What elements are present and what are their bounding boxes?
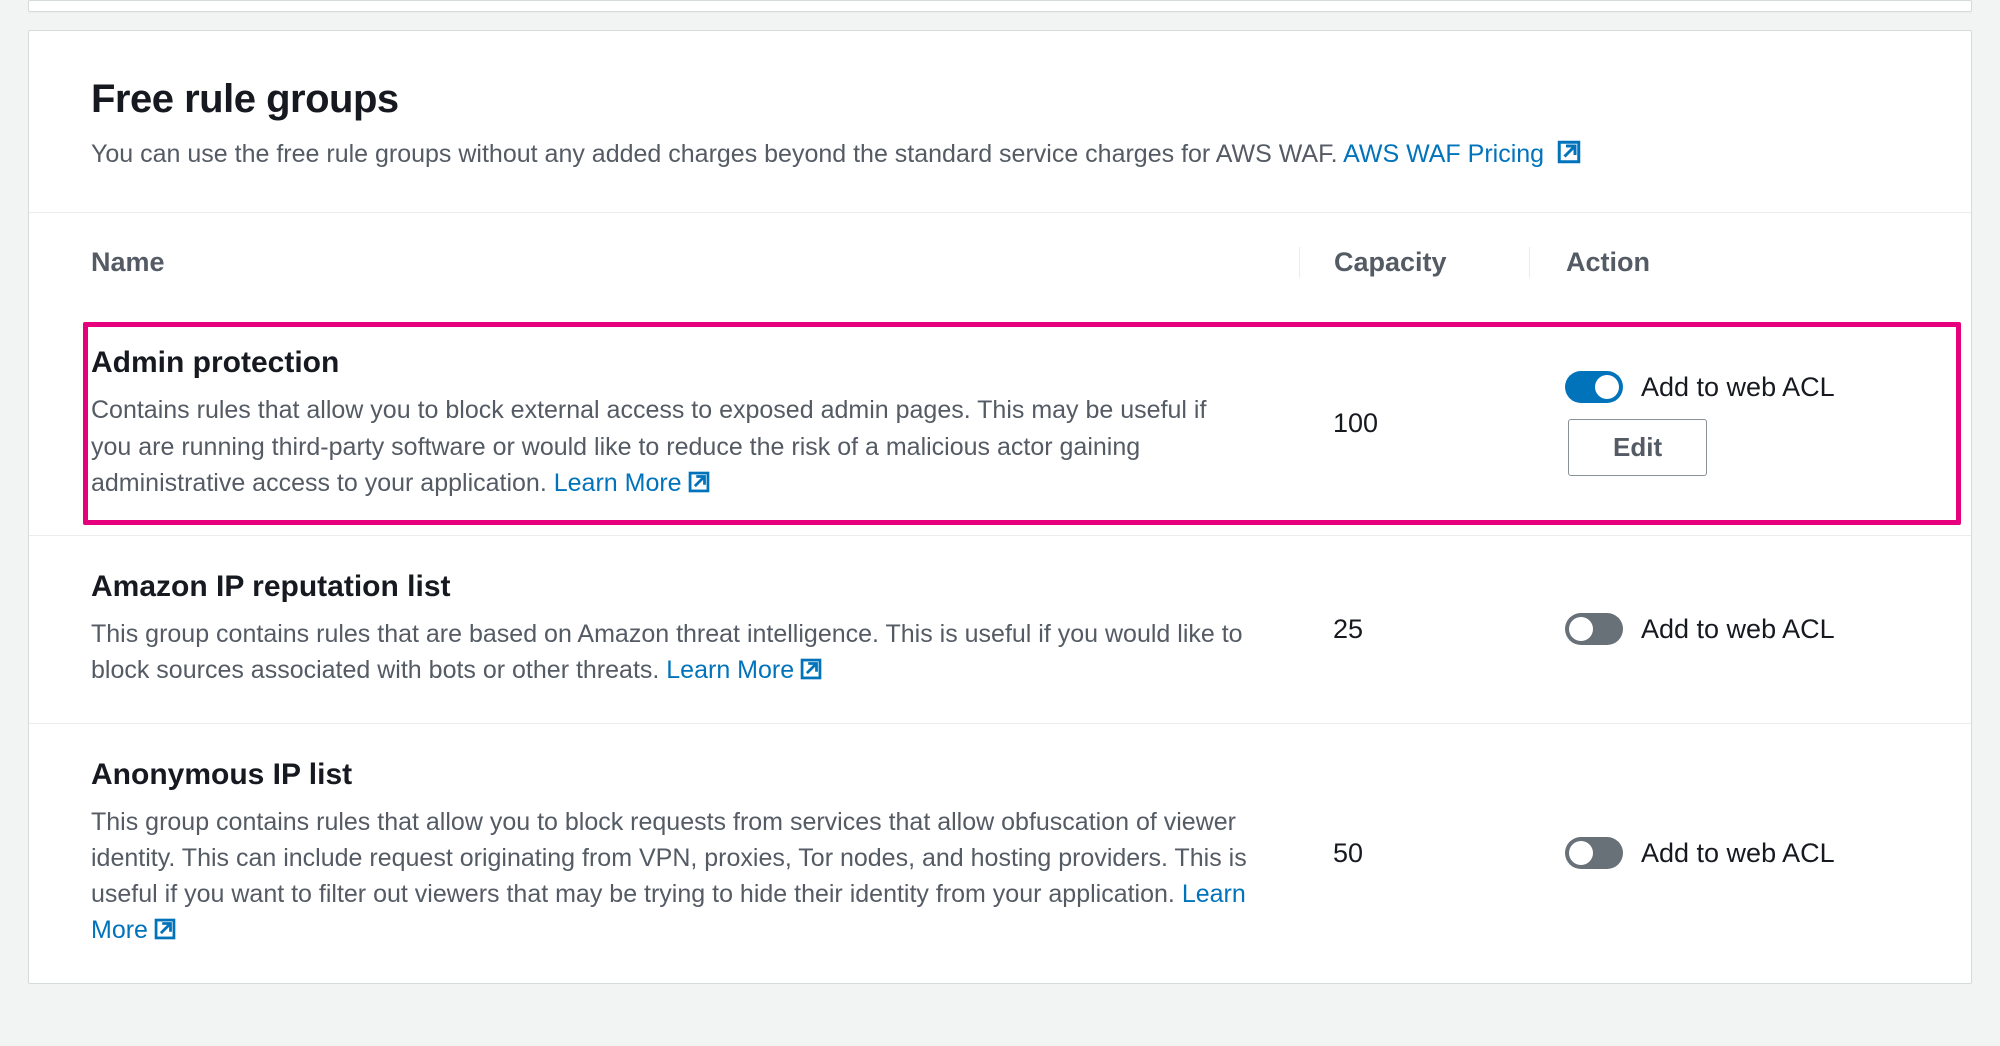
edit-button[interactable]: Edit <box>1568 419 1707 476</box>
rule-description: This group contains rules that allow you… <box>91 804 1251 949</box>
table-header-row: Name Capacity Action <box>29 213 1971 312</box>
panel-header: Free rule groups You can use the free ru… <box>29 31 1971 213</box>
rule-capacity-value: 100 <box>1333 408 1378 438</box>
add-to-web-acl-toggle-wrap: Add to web ACL <box>1565 371 1909 403</box>
panel-title: Free rule groups <box>91 77 1909 122</box>
rule-capacity-cell: 50 <box>1299 838 1529 869</box>
rule-name-cell: Anonymous IP list This group contains rul… <box>91 758 1299 949</box>
rule-capacity-value: 25 <box>1333 614 1363 644</box>
toggle-knob <box>1569 617 1593 641</box>
pricing-link[interactable]: AWS WAF Pricing <box>1343 140 1581 168</box>
learn-more-text: Learn More <box>554 469 682 497</box>
add-to-web-acl-toggle-wrap: Add to web ACL <box>1565 613 1909 645</box>
rule-capacity-cell: 25 <box>1299 614 1529 645</box>
rule-row: Amazon IP reputation list This group cont… <box>29 535 1971 723</box>
rule-row: Anonymous IP list This group contains rul… <box>29 723 1971 983</box>
free-rule-groups-panel: Free rule groups You can use the free ru… <box>28 30 1972 984</box>
rule-action-cell: Add to web ACL Edit <box>1529 371 1909 476</box>
rule-description: This group contains rules that are based… <box>91 616 1251 689</box>
add-to-web-acl-label: Add to web ACL <box>1641 838 1835 869</box>
add-to-web-acl-toggle[interactable] <box>1565 837 1623 869</box>
learn-more-text: Learn More <box>666 656 794 684</box>
rule-description: Contains rules that allow you to block e… <box>91 392 1251 501</box>
rule-name-cell: Admin protection Contains rules that allo… <box>91 346 1299 501</box>
panel-description-text: You can use the free rule groups without… <box>91 140 1343 168</box>
panel-description: You can use the free rule groups without… <box>91 136 1909 172</box>
add-to-web-acl-toggle-wrap: Add to web ACL <box>1565 837 1909 869</box>
rule-name: Amazon IP reputation list <box>91 570 1299 604</box>
pricing-link-text: AWS WAF Pricing <box>1343 140 1544 168</box>
toggle-knob <box>1569 841 1593 865</box>
col-header-capacity: Capacity <box>1299 247 1529 278</box>
external-link-icon <box>154 918 176 940</box>
add-to-web-acl-label: Add to web ACL <box>1641 372 1835 403</box>
rule-name: Anonymous IP list <box>91 758 1299 792</box>
rule-description-text: This group contains rules that allow you… <box>91 808 1247 909</box>
col-header-action: Action <box>1529 247 1909 278</box>
add-to-web-acl-toggle[interactable] <box>1565 613 1623 645</box>
collapsed-panel-strip <box>28 0 1972 12</box>
toggle-knob <box>1595 375 1619 399</box>
rule-capacity-value: 50 <box>1333 838 1363 868</box>
rule-name: Admin protection <box>91 346 1299 380</box>
rule-groups-table: Name Capacity Action Admin protection Con… <box>29 213 1971 982</box>
rule-row: Admin protection Contains rules that allo… <box>29 312 1971 535</box>
add-to-web-acl-toggle[interactable] <box>1565 371 1623 403</box>
learn-more-link[interactable]: Learn More <box>666 656 822 684</box>
external-link-icon <box>1557 140 1581 164</box>
rule-action-cell: Add to web ACL <box>1529 613 1909 645</box>
add-to-web-acl-label: Add to web ACL <box>1641 614 1835 645</box>
learn-more-link[interactable]: Learn More <box>554 469 710 497</box>
external-link-icon <box>800 658 822 680</box>
rule-capacity-cell: 100 <box>1299 408 1529 439</box>
rule-name-cell: Amazon IP reputation list This group cont… <box>91 570 1299 689</box>
external-link-icon <box>688 471 710 493</box>
rule-action-cell: Add to web ACL <box>1529 837 1909 869</box>
col-header-name: Name <box>91 247 1299 278</box>
